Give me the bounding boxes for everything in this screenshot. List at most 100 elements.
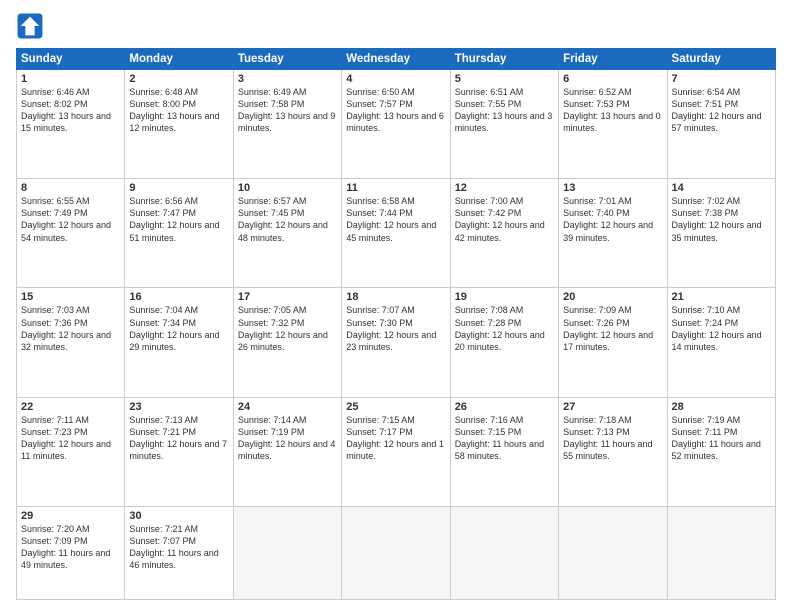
week-row-3: 15Sunrise: 7:03 AMSunset: 7:36 PMDayligh… (17, 288, 776, 397)
calendar-cell (233, 506, 341, 599)
cell-info: Sunrise: 7:00 AMSunset: 7:42 PMDaylight:… (455, 195, 554, 244)
cell-info: Sunrise: 7:01 AMSunset: 7:40 PMDaylight:… (563, 195, 662, 244)
day-number: 13 (563, 182, 662, 194)
calendar-cell: 25Sunrise: 7:15 AMSunset: 7:17 PMDayligh… (342, 397, 450, 506)
day-number: 18 (346, 291, 445, 303)
cell-info: Sunrise: 6:48 AMSunset: 8:00 PMDaylight:… (129, 86, 228, 135)
calendar-cell: 16Sunrise: 7:04 AMSunset: 7:34 PMDayligh… (125, 288, 233, 397)
cell-info: Sunrise: 7:05 AMSunset: 7:32 PMDaylight:… (238, 304, 337, 353)
calendar-cell: 6Sunrise: 6:52 AMSunset: 7:53 PMDaylight… (559, 70, 667, 179)
cell-info: Sunrise: 7:13 AMSunset: 7:21 PMDaylight:… (129, 414, 228, 463)
day-number: 9 (129, 182, 228, 194)
calendar-cell (342, 506, 450, 599)
day-number: 25 (346, 401, 445, 413)
calendar-cell: 14Sunrise: 7:02 AMSunset: 7:38 PMDayligh… (667, 179, 775, 288)
week-row-5: 29Sunrise: 7:20 AMSunset: 7:09 PMDayligh… (17, 506, 776, 599)
page: SundayMondayTuesdayWednesdayThursdayFrid… (0, 0, 792, 612)
day-number: 14 (672, 182, 771, 194)
calendar-cell: 1Sunrise: 6:46 AMSunset: 8:02 PMDaylight… (17, 70, 125, 179)
day-number: 28 (672, 401, 771, 413)
cell-info: Sunrise: 7:16 AMSunset: 7:15 PMDaylight:… (455, 414, 554, 463)
calendar-cell: 11Sunrise: 6:58 AMSunset: 7:44 PMDayligh… (342, 179, 450, 288)
cell-info: Sunrise: 7:11 AMSunset: 7:23 PMDaylight:… (21, 414, 120, 463)
day-number: 15 (21, 291, 120, 303)
day-number: 26 (455, 401, 554, 413)
calendar-cell: 27Sunrise: 7:18 AMSunset: 7:13 PMDayligh… (559, 397, 667, 506)
day-number: 27 (563, 401, 662, 413)
calendar-cell: 12Sunrise: 7:00 AMSunset: 7:42 PMDayligh… (450, 179, 558, 288)
day-number: 24 (238, 401, 337, 413)
calendar-cell: 26Sunrise: 7:16 AMSunset: 7:15 PMDayligh… (450, 397, 558, 506)
calendar-cell (559, 506, 667, 599)
cell-info: Sunrise: 7:04 AMSunset: 7:34 PMDaylight:… (129, 304, 228, 353)
weekday-monday: Monday (125, 49, 233, 70)
calendar-cell: 21Sunrise: 7:10 AMSunset: 7:24 PMDayligh… (667, 288, 775, 397)
cell-info: Sunrise: 7:08 AMSunset: 7:28 PMDaylight:… (455, 304, 554, 353)
calendar-cell: 20Sunrise: 7:09 AMSunset: 7:26 PMDayligh… (559, 288, 667, 397)
header (16, 12, 776, 40)
calendar-cell: 18Sunrise: 7:07 AMSunset: 7:30 PMDayligh… (342, 288, 450, 397)
cell-info: Sunrise: 7:02 AMSunset: 7:38 PMDaylight:… (672, 195, 771, 244)
day-number: 22 (21, 401, 120, 413)
calendar-cell: 7Sunrise: 6:54 AMSunset: 7:51 PMDaylight… (667, 70, 775, 179)
day-number: 16 (129, 291, 228, 303)
calendar-cell: 17Sunrise: 7:05 AMSunset: 7:32 PMDayligh… (233, 288, 341, 397)
weekday-saturday: Saturday (667, 49, 775, 70)
calendar-cell: 10Sunrise: 6:57 AMSunset: 7:45 PMDayligh… (233, 179, 341, 288)
calendar-cell: 24Sunrise: 7:14 AMSunset: 7:19 PMDayligh… (233, 397, 341, 506)
calendar-cell: 3Sunrise: 6:49 AMSunset: 7:58 PMDaylight… (233, 70, 341, 179)
cell-info: Sunrise: 6:50 AMSunset: 7:57 PMDaylight:… (346, 86, 445, 135)
day-number: 11 (346, 182, 445, 194)
day-number: 2 (129, 73, 228, 85)
day-number: 5 (455, 73, 554, 85)
day-number: 29 (21, 510, 120, 522)
cell-info: Sunrise: 7:10 AMSunset: 7:24 PMDaylight:… (672, 304, 771, 353)
day-number: 21 (672, 291, 771, 303)
calendar-cell: 22Sunrise: 7:11 AMSunset: 7:23 PMDayligh… (17, 397, 125, 506)
cell-info: Sunrise: 6:46 AMSunset: 8:02 PMDaylight:… (21, 86, 120, 135)
day-number: 8 (21, 182, 120, 194)
calendar-cell: 30Sunrise: 7:21 AMSunset: 7:07 PMDayligh… (125, 506, 233, 599)
day-number: 17 (238, 291, 337, 303)
cell-info: Sunrise: 6:52 AMSunset: 7:53 PMDaylight:… (563, 86, 662, 135)
cell-info: Sunrise: 7:21 AMSunset: 7:07 PMDaylight:… (129, 523, 228, 572)
calendar-cell: 5Sunrise: 6:51 AMSunset: 7:55 PMDaylight… (450, 70, 558, 179)
calendar-cell: 4Sunrise: 6:50 AMSunset: 7:57 PMDaylight… (342, 70, 450, 179)
cell-info: Sunrise: 7:18 AMSunset: 7:13 PMDaylight:… (563, 414, 662, 463)
week-row-2: 8Sunrise: 6:55 AMSunset: 7:49 PMDaylight… (17, 179, 776, 288)
calendar-cell: 29Sunrise: 7:20 AMSunset: 7:09 PMDayligh… (17, 506, 125, 599)
calendar-cell: 13Sunrise: 7:01 AMSunset: 7:40 PMDayligh… (559, 179, 667, 288)
cell-info: Sunrise: 6:55 AMSunset: 7:49 PMDaylight:… (21, 195, 120, 244)
calendar-cell: 2Sunrise: 6:48 AMSunset: 8:00 PMDaylight… (125, 70, 233, 179)
cell-info: Sunrise: 7:14 AMSunset: 7:19 PMDaylight:… (238, 414, 337, 463)
calendar-cell: 23Sunrise: 7:13 AMSunset: 7:21 PMDayligh… (125, 397, 233, 506)
calendar-cell (667, 506, 775, 599)
cell-info: Sunrise: 6:58 AMSunset: 7:44 PMDaylight:… (346, 195, 445, 244)
cell-info: Sunrise: 6:51 AMSunset: 7:55 PMDaylight:… (455, 86, 554, 135)
day-number: 10 (238, 182, 337, 194)
weekday-friday: Friday (559, 49, 667, 70)
day-number: 7 (672, 73, 771, 85)
day-number: 20 (563, 291, 662, 303)
day-number: 30 (129, 510, 228, 522)
day-number: 3 (238, 73, 337, 85)
week-row-4: 22Sunrise: 7:11 AMSunset: 7:23 PMDayligh… (17, 397, 776, 506)
week-row-1: 1Sunrise: 6:46 AMSunset: 8:02 PMDaylight… (17, 70, 776, 179)
cell-info: Sunrise: 6:49 AMSunset: 7:58 PMDaylight:… (238, 86, 337, 135)
day-number: 6 (563, 73, 662, 85)
calendar-cell (450, 506, 558, 599)
calendar-cell: 28Sunrise: 7:19 AMSunset: 7:11 PMDayligh… (667, 397, 775, 506)
cell-info: Sunrise: 6:56 AMSunset: 7:47 PMDaylight:… (129, 195, 228, 244)
weekday-thursday: Thursday (450, 49, 558, 70)
cell-info: Sunrise: 6:54 AMSunset: 7:51 PMDaylight:… (672, 86, 771, 135)
cell-info: Sunrise: 7:03 AMSunset: 7:36 PMDaylight:… (21, 304, 120, 353)
day-number: 4 (346, 73, 445, 85)
calendar-cell: 9Sunrise: 6:56 AMSunset: 7:47 PMDaylight… (125, 179, 233, 288)
calendar-cell: 15Sunrise: 7:03 AMSunset: 7:36 PMDayligh… (17, 288, 125, 397)
day-number: 19 (455, 291, 554, 303)
cell-info: Sunrise: 6:57 AMSunset: 7:45 PMDaylight:… (238, 195, 337, 244)
calendar: SundayMondayTuesdayWednesdayThursdayFrid… (16, 48, 776, 600)
day-number: 12 (455, 182, 554, 194)
logo-icon (16, 12, 44, 40)
weekday-sunday: Sunday (17, 49, 125, 70)
